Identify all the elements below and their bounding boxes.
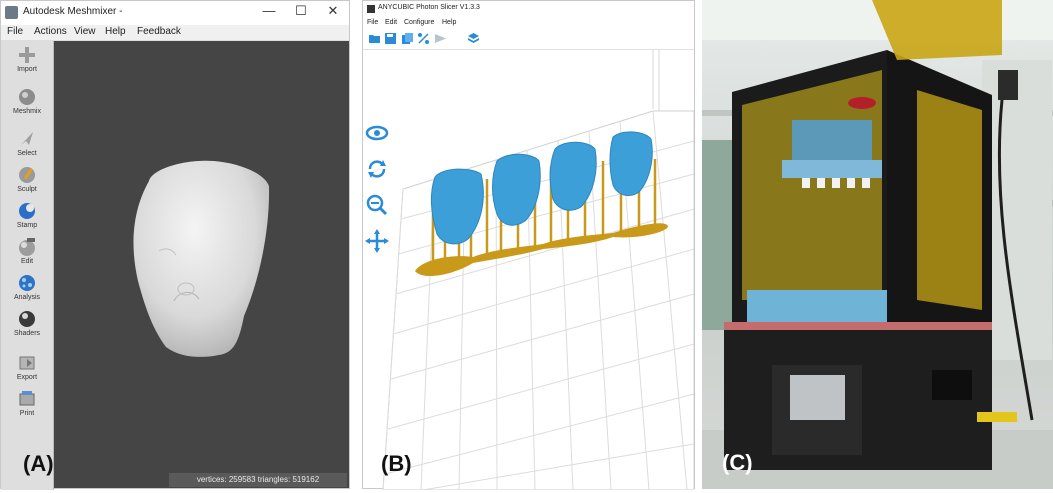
- eye-icon[interactable]: [365, 121, 389, 145]
- tool-print[interactable]: Print: [1, 389, 53, 427]
- stamp-icon: [19, 203, 35, 219]
- menu-view[interactable]: View: [74, 26, 96, 37]
- sphere-icon: [19, 89, 35, 105]
- edit-sphere-icon: [19, 238, 35, 256]
- tool-import[interactable]: Import: [1, 45, 53, 83]
- meshmixer-menubar: File Actions View Help Feedback: [1, 25, 349, 41]
- tool-label: Sculpt: [17, 186, 37, 193]
- slicer-window-title: ANYCUBIC Photon Slicer V1.3.3: [378, 4, 480, 11]
- meshmixer-tool-palette: Import Meshmix Select Sculpt Stamp Edit …: [1, 41, 54, 490]
- power-plug: [998, 70, 1018, 100]
- slicer-app-icon: [367, 5, 375, 13]
- print-icon: [19, 391, 35, 406]
- mesh-status-readout: vertices: 259583 triangles: 519162: [169, 473, 347, 487]
- tool-shaders[interactable]: Shaders: [1, 309, 53, 347]
- tool-label: Export: [16, 374, 38, 381]
- tool-label: Stamp: [16, 222, 38, 229]
- minimize-button[interactable]: —: [259, 3, 279, 18]
- meshmixer-app-icon: [5, 6, 18, 19]
- maximize-button[interactable]: ☐: [291, 3, 311, 19]
- slicer-menu-configure[interactable]: Configure: [404, 19, 434, 26]
- cursor-arrow-icon: [21, 132, 33, 145]
- tool-label: Print: [19, 410, 35, 417]
- tool-analysis[interactable]: Analysis: [1, 273, 53, 311]
- rotate-icon[interactable]: [365, 157, 389, 181]
- meshmixer-window-title: Autodesk Meshmixer -: [23, 6, 123, 17]
- tool-select[interactable]: Select: [1, 129, 53, 167]
- analysis-sphere-icon: [19, 275, 35, 291]
- move-icon[interactable]: [365, 229, 389, 253]
- slicer-menu-edit[interactable]: Edit: [385, 19, 397, 26]
- tool-label: Edit: [20, 258, 34, 265]
- slicer-toolbar: [363, 29, 694, 50]
- build-plate-viewport[interactable]: [363, 49, 694, 490]
- photon-slicer-window: ANYCUBIC Photon Slicer V1.3.3 File Edit …: [362, 0, 695, 490]
- panel-label-c: (C): [722, 450, 753, 475]
- tool-stamp[interactable]: Stamp: [1, 201, 53, 239]
- layers-icon[interactable]: [467, 32, 480, 45]
- brush-icon: [19, 167, 35, 183]
- touch-screen: [790, 375, 845, 420]
- tool-label: Meshmix: [12, 108, 41, 115]
- menu-feedback[interactable]: Feedback: [137, 26, 181, 37]
- resin-vat: [747, 290, 887, 322]
- tool-label: Select: [17, 150, 37, 157]
- close-button[interactable]: ✕: [323, 3, 343, 19]
- shader-sphere-icon: [19, 311, 35, 327]
- tool-sculpt[interactable]: Sculpt: [1, 165, 53, 203]
- tool-meshmix[interactable]: Meshmix: [1, 87, 53, 125]
- panel-label-a: (A): [23, 451, 54, 476]
- slicer-menu-file[interactable]: File: [367, 19, 378, 26]
- copy-icon[interactable]: [401, 32, 414, 45]
- export-icon: [19, 356, 35, 370]
- open-folder-icon[interactable]: [368, 32, 381, 45]
- tooth-mesh-model[interactable]: [54, 41, 349, 488]
- slicer-titlebar: ANYCUBIC Photon Slicer V1.3.3: [363, 1, 694, 18]
- meshmixer-window: Autodesk Meshmixer - — ☐ ✕ File Actions …: [0, 0, 350, 490]
- tool-label: Analysis: [13, 294, 41, 301]
- tool-edit[interactable]: Edit: [1, 237, 53, 275]
- slice-arrow-icon[interactable]: [434, 32, 447, 45]
- meshmixer-titlebar: Autodesk Meshmixer - — ☐ ✕: [1, 1, 349, 25]
- tool-export[interactable]: Export: [1, 353, 53, 391]
- plus-icon: [19, 47, 35, 63]
- save-icon[interactable]: [384, 32, 397, 45]
- panel-label-b: (B): [381, 451, 412, 476]
- resin-printer-illustration: (C): [702, 0, 1053, 489]
- zoom-icon[interactable]: [365, 193, 389, 217]
- slicer-menubar: File Edit Configure Help: [363, 18, 694, 29]
- slicer-menu-help[interactable]: Help: [442, 19, 456, 26]
- tool-label: Shaders: [13, 330, 41, 337]
- printer-photo: (C): [702, 0, 1053, 489]
- menu-file[interactable]: File: [7, 26, 23, 37]
- menu-help[interactable]: Help: [105, 26, 126, 37]
- tool-label: Import: [17, 66, 37, 73]
- meshmixer-3d-viewport[interactable]: [54, 41, 349, 488]
- menu-actions[interactable]: Actions: [34, 26, 67, 37]
- percent-icon[interactable]: [417, 32, 430, 45]
